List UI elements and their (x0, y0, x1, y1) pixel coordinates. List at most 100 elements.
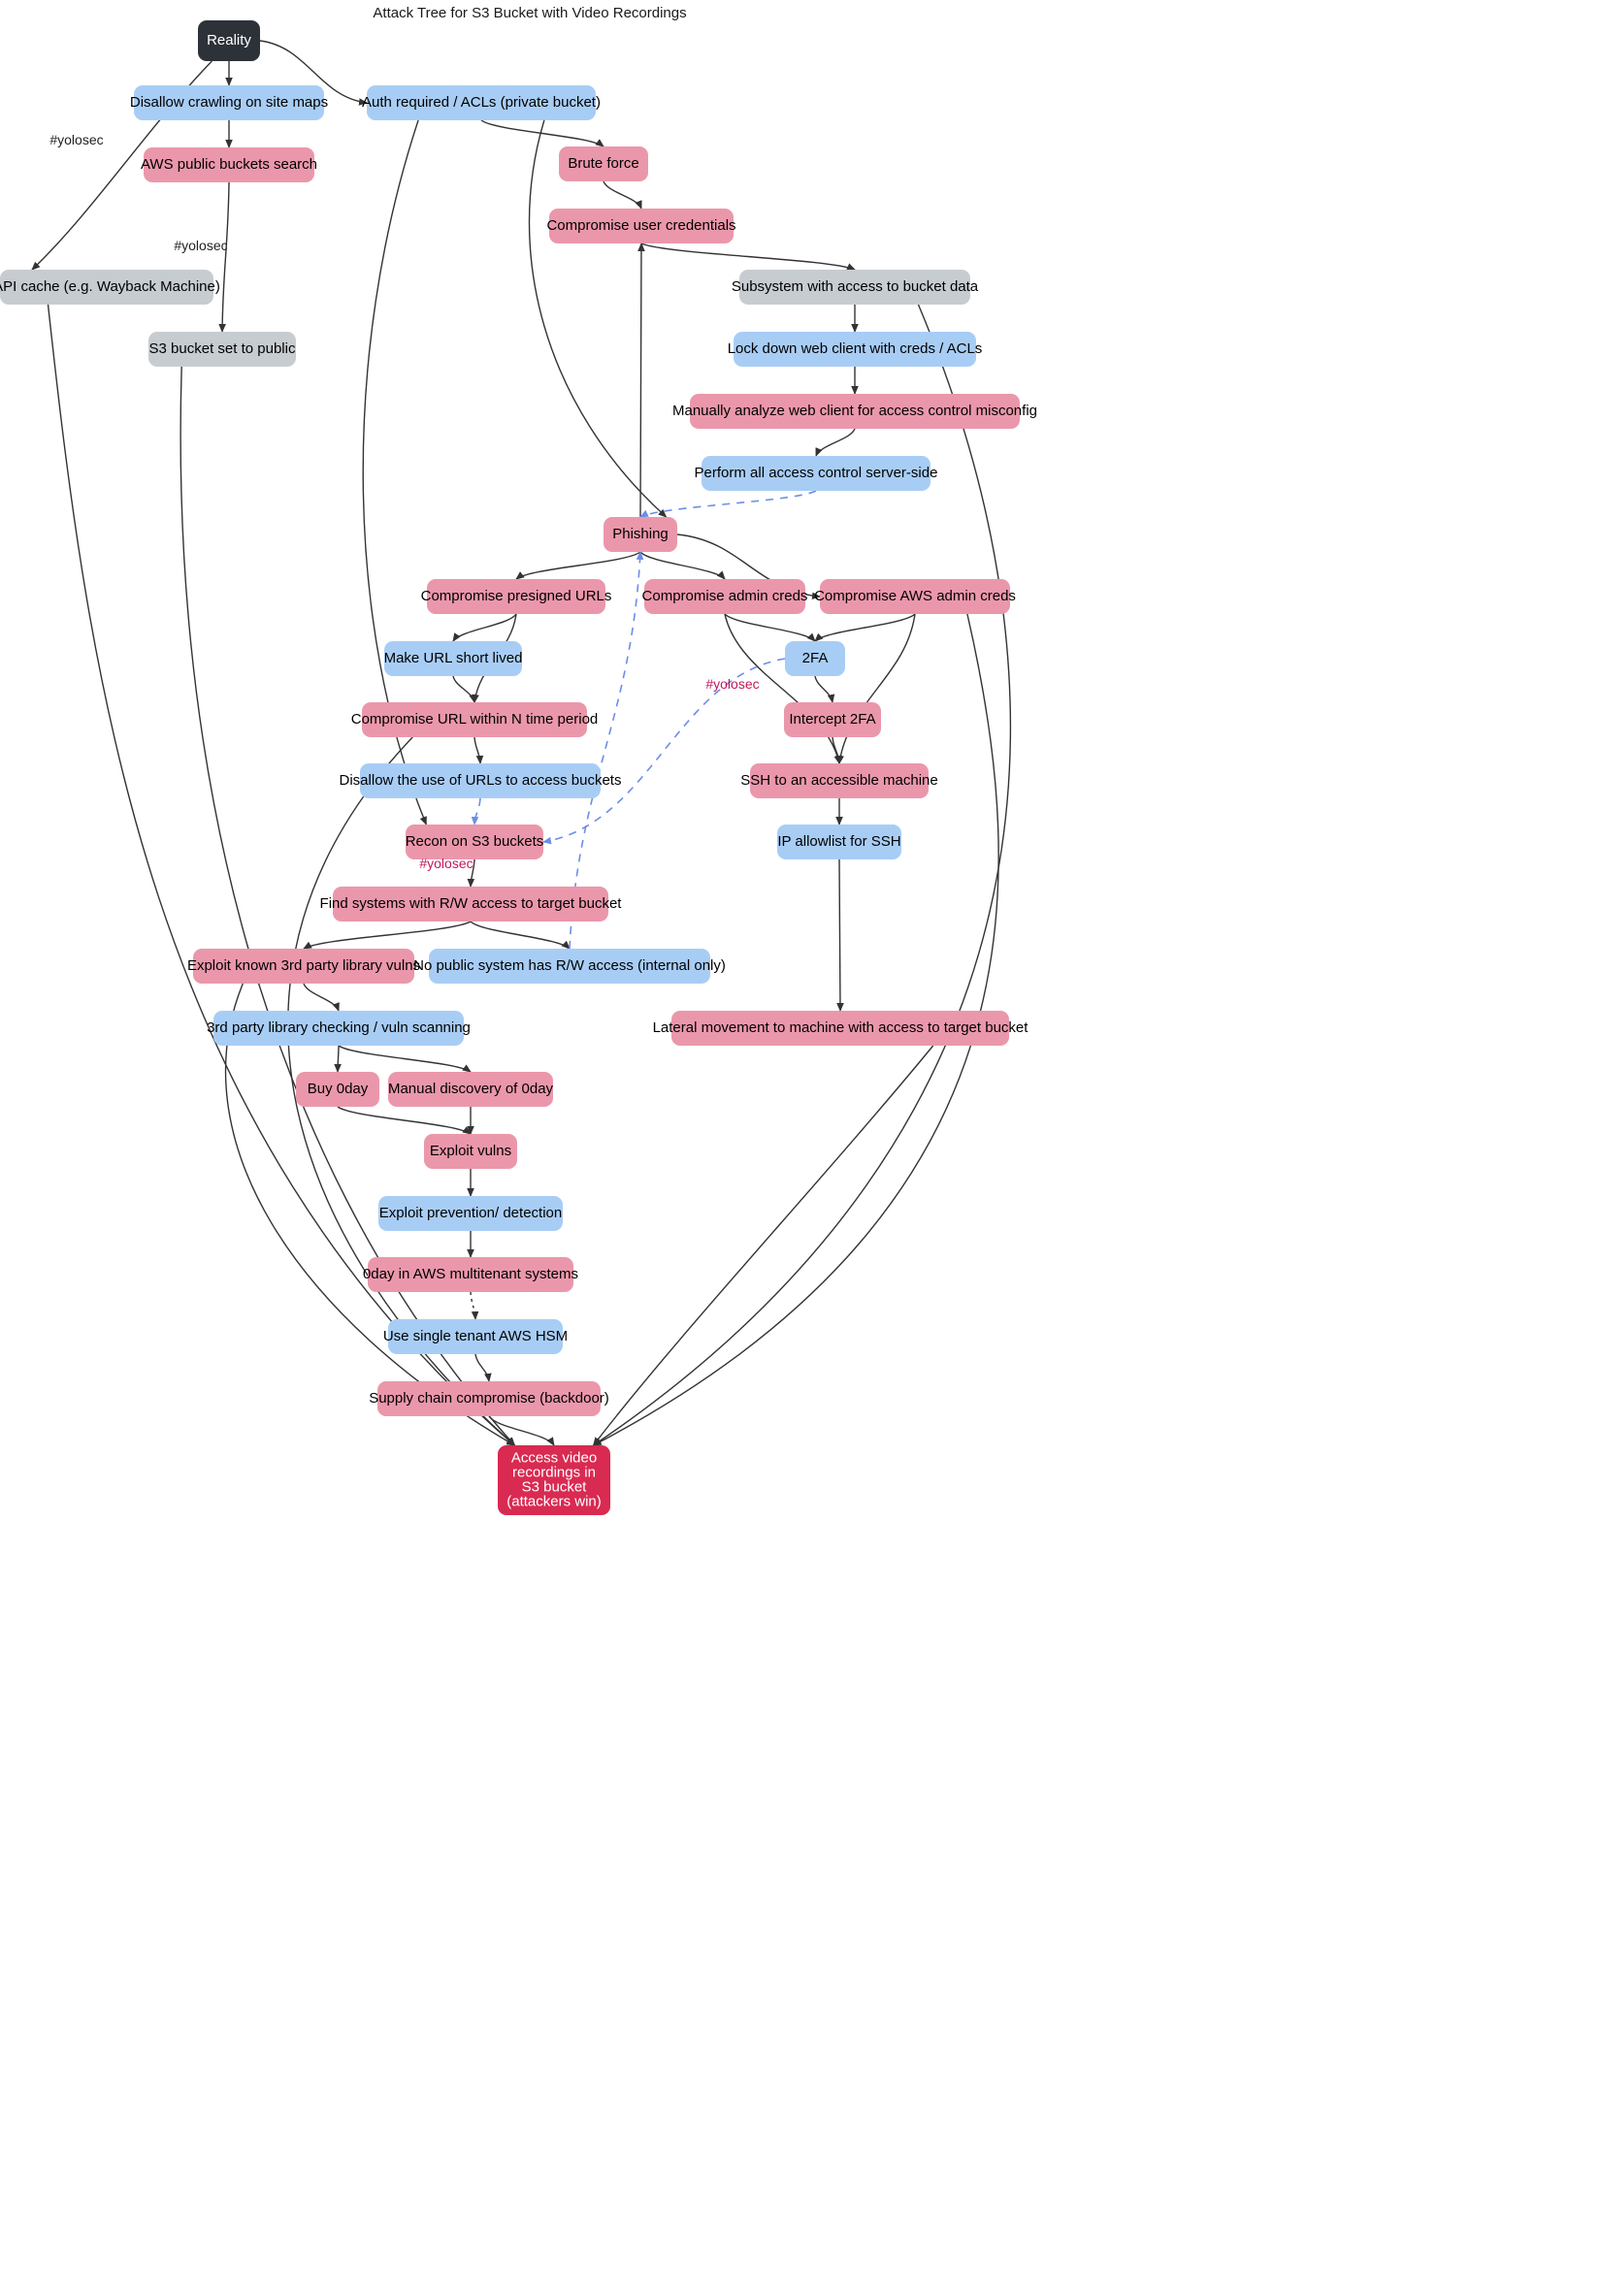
node-compromise_url_n[interactable]: Compromise URL within N time period (351, 702, 599, 737)
edge-aws_public_search-to-s3_public (218, 181, 230, 333)
node-label-goal: Access video recordings in S3 bucket (attac… (506, 1449, 602, 1509)
node-label-lateral_movement: Lateral movement to machine with access … (653, 1019, 1029, 1036)
attack-tree-diagram: Attack Tree for S3 Bucket with Video Rec… (0, 5, 1037, 1515)
edge-exploit_3rd_party-to-third_party_check (303, 983, 340, 1012)
edge-annotation-yolosec: #yolosec (705, 676, 759, 692)
node-subsystem_access[interactable]: Subsystem with access to bucket data (732, 270, 979, 305)
node-s3_public[interactable]: S3 bucket set to public (148, 332, 296, 367)
edge-single_tenant_hsm-to-supply_chain (474, 1353, 492, 1382)
node-label-ssh_machine: SSH to an accessible machine (740, 772, 937, 789)
edge-compromise_presign-to-url_short_lived (452, 613, 517, 642)
node-label-disallow_crawling: Disallow crawling on site maps (130, 94, 328, 111)
node-label-exploit_vulns: Exploit vulns (430, 1143, 511, 1159)
node-ssh_machine[interactable]: SSH to an accessible machine (740, 763, 938, 798)
nodes-layer: Reality Disallow crawling on site maps Aut… (0, 20, 1037, 1515)
edge-compromise_url_n-to-disallow_urls (473, 736, 484, 764)
node-label-manually_analyze: Manually analyze web client for access c… (672, 403, 1037, 419)
edge-find_systems_rw-to-no_public_rw (470, 921, 571, 950)
node-disallow_crawling[interactable]: Disallow crawling on site maps (130, 85, 328, 120)
edge-compromise_aws-to-twofa (814, 613, 916, 642)
node-label-exploit_prevent: Exploit prevention/ detection (379, 1205, 562, 1221)
edge-perform_server-to-phishing (639, 490, 817, 518)
edge-lateral_movement-to-goal (592, 1045, 934, 1446)
edge-find_systems_rw-to-exploit_3rd_party (303, 921, 472, 950)
node-label-s3_public: S3 bucket set to public (149, 340, 296, 357)
node-compromise_presign[interactable]: Compromise presigned URLs (421, 579, 612, 614)
node-compromise_user[interactable]: Compromise user credentials (546, 209, 736, 243)
diagram-title: Attack Tree for S3 Bucket with Video Rec… (373, 5, 686, 21)
node-ip_allowlist[interactable]: IP allowlist for SSH (777, 825, 901, 859)
node-label-url_short_lived: Make URL short lived (384, 650, 523, 666)
node-compromise_aws[interactable]: Compromise AWS admin creds (814, 579, 1016, 614)
node-url_short_lived[interactable]: Make URL short lived (384, 641, 523, 676)
node-label-zero_day_aws: 0day in AWS multitenant systems (363, 1266, 578, 1282)
edge-intercept_2fa-to-ssh_machine (832, 736, 843, 764)
node-label-compromise_aws: Compromise AWS admin creds (814, 588, 1016, 604)
edge-annotation-yolosec: #yolosec (419, 856, 473, 871)
node-label-auth_required: Auth required / ACLs (private bucket) (362, 94, 601, 111)
node-label-aws_public_search: AWS public buckets search (141, 156, 317, 173)
edge-annotation-yolosec: #yolosec (49, 132, 103, 147)
node-label-reality: Reality (207, 32, 251, 49)
node-buy_0day[interactable]: Buy 0day (296, 1072, 379, 1107)
node-label-ip_allowlist: IP allowlist for SSH (777, 833, 900, 850)
edge-phishing-to-compromise_admin (639, 551, 726, 580)
edge-compromise_aws-to-ssh_machine (836, 613, 916, 764)
node-single_tenant_hsm[interactable]: Use single tenant AWS HSM (383, 1319, 568, 1354)
node-label-compromise_admin: Compromise admin creds (642, 588, 808, 604)
node-label-manual_0day: Manual discovery of 0day (388, 1081, 554, 1097)
node-label-third_party_check: 3rd party library checking / vuln scanni… (207, 1019, 471, 1036)
node-label-recon_s3: Recon on S3 buckets (406, 833, 544, 850)
node-supply_chain[interactable]: Supply chain compromise (backdoor) (369, 1381, 609, 1416)
node-aws_public_search[interactable]: AWS public buckets search (141, 147, 317, 182)
edge-third_party_check-to-buy_0day (334, 1045, 342, 1073)
edge-buy_0day-to-exploit_vulns (337, 1106, 472, 1135)
edge-compromise_user-to-subsystem_access (640, 243, 856, 271)
node-disallow_urls[interactable]: Disallow the use of URLs to access bucke… (340, 763, 622, 798)
node-lock_down_web[interactable]: Lock down web client with creds / ACLs (728, 332, 983, 367)
node-no_public_rw[interactable]: No public system has R/W access (interna… (413, 949, 726, 984)
node-label-exploit_3rd_party: Exploit known 3rd party library vulns (187, 957, 420, 974)
node-label-compromise_url_n: Compromise URL within N time period (351, 711, 599, 728)
node-exploit_3rd_party[interactable]: Exploit known 3rd party library vulns (187, 949, 420, 984)
node-label-disallow_urls: Disallow the use of URLs to access bucke… (340, 772, 622, 789)
node-recon_s3[interactable]: Recon on S3 buckets (406, 825, 544, 859)
node-label-lock_down_web: Lock down web client with creds / ACLs (728, 340, 983, 357)
edge-manually_analyze-to-perform_server (815, 428, 856, 457)
edge-phishing-to-compromise_presign (515, 551, 641, 580)
node-phishing[interactable]: Phishing (604, 517, 677, 552)
edge-brute_force-to-compromise_user (603, 180, 642, 210)
node-perform_server[interactable]: Perform all access control server-side (695, 456, 938, 491)
edge-third_party_check-to-manual_0day (338, 1045, 472, 1073)
node-label-subsystem_access: Subsystem with access to bucket data (732, 278, 979, 295)
node-brute_force[interactable]: Brute force (559, 146, 648, 181)
node-find_systems_rw[interactable]: Find systems with R/W access to target b… (320, 887, 623, 922)
node-reality[interactable]: Reality (198, 20, 260, 61)
node-label-buy_0day: Buy 0day (308, 1081, 369, 1097)
node-label-no_public_rw: No public system has R/W access (interna… (413, 957, 726, 974)
node-auth_required[interactable]: Auth required / ACLs (private bucket) (362, 85, 601, 120)
node-label-single_tenant_hsm: Use single tenant AWS HSM (383, 1328, 568, 1344)
node-exploit_prevent[interactable]: Exploit prevention/ detection (378, 1196, 563, 1231)
node-label-api_cache: API cache (e.g. Wayback Machine) (0, 278, 220, 295)
node-api_cache[interactable]: API cache (e.g. Wayback Machine) (0, 270, 220, 305)
node-lateral_movement[interactable]: Lateral movement to machine with access … (653, 1011, 1029, 1046)
edge-ip_allowlist-to-lateral_movement (836, 858, 844, 1012)
edge-compromise_admin-to-twofa (724, 613, 816, 642)
node-manually_analyze[interactable]: Manually analyze web client for access c… (672, 394, 1037, 429)
node-third_party_check[interactable]: 3rd party library checking / vuln scanni… (207, 1011, 471, 1046)
edge-twofa-to-intercept_2fa (814, 675, 835, 703)
node-twofa[interactable]: 2FA (785, 641, 845, 676)
node-exploit_vulns[interactable]: Exploit vulns (424, 1134, 517, 1169)
node-compromise_admin[interactable]: Compromise admin creds (642, 579, 808, 614)
node-label-find_systems_rw: Find systems with R/W access to target b… (320, 895, 623, 912)
edge-zero_day_aws-to-single_tenant_hsm (470, 1291, 479, 1320)
node-label-phishing: Phishing (612, 526, 669, 542)
node-label-compromise_presign: Compromise presigned URLs (421, 588, 612, 604)
node-goal[interactable]: Access video recordings in S3 bucket (attac… (498, 1445, 610, 1515)
node-intercept_2fa[interactable]: Intercept 2FA (784, 702, 881, 737)
node-label-compromise_user: Compromise user credentials (546, 217, 735, 234)
node-zero_day_aws[interactable]: 0day in AWS multitenant systems (363, 1257, 578, 1292)
node-label-twofa: 2FA (802, 650, 829, 666)
node-manual_0day[interactable]: Manual discovery of 0day (388, 1072, 554, 1107)
